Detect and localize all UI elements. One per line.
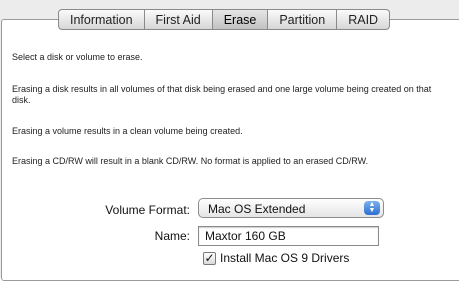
tab-partition[interactable]: Partition: [268, 9, 338, 30]
name-label: Name:: [154, 229, 190, 243]
name-field[interactable]: [198, 226, 379, 246]
volume-format-popup[interactable]: Mac OS Extended ▲ ▼: [198, 198, 384, 218]
volume-format-label: Volume Format:: [105, 203, 190, 217]
tab-bar: Information First Aid Erase Partition RA…: [58, 9, 391, 30]
volume-format-value: Mac OS Extended: [208, 202, 306, 216]
install-drivers-label[interactable]: Install Mac OS 9 Drivers: [220, 251, 349, 265]
cdrw-erase-info: Erasing a CD/RW will result in a blank C…: [12, 156, 369, 166]
tab-raid[interactable]: RAID: [337, 9, 391, 30]
tab-first-aid[interactable]: First Aid: [144, 9, 213, 30]
disk-erase-info: Erasing a disk results in all volumes of…: [12, 84, 432, 105]
volume-erase-info: Erasing a volume results in a clean volu…: [12, 126, 243, 136]
install-drivers-checkbox[interactable]: ✓: [203, 252, 216, 265]
up-down-arrows-icon: ▲ ▼: [364, 201, 380, 215]
instruction-text: Select a disk or volume to erase.: [12, 52, 143, 62]
checkmark-icon: ✓: [204, 251, 215, 265]
tab-erase[interactable]: Erase: [212, 9, 269, 30]
tab-information[interactable]: Information: [58, 9, 145, 30]
